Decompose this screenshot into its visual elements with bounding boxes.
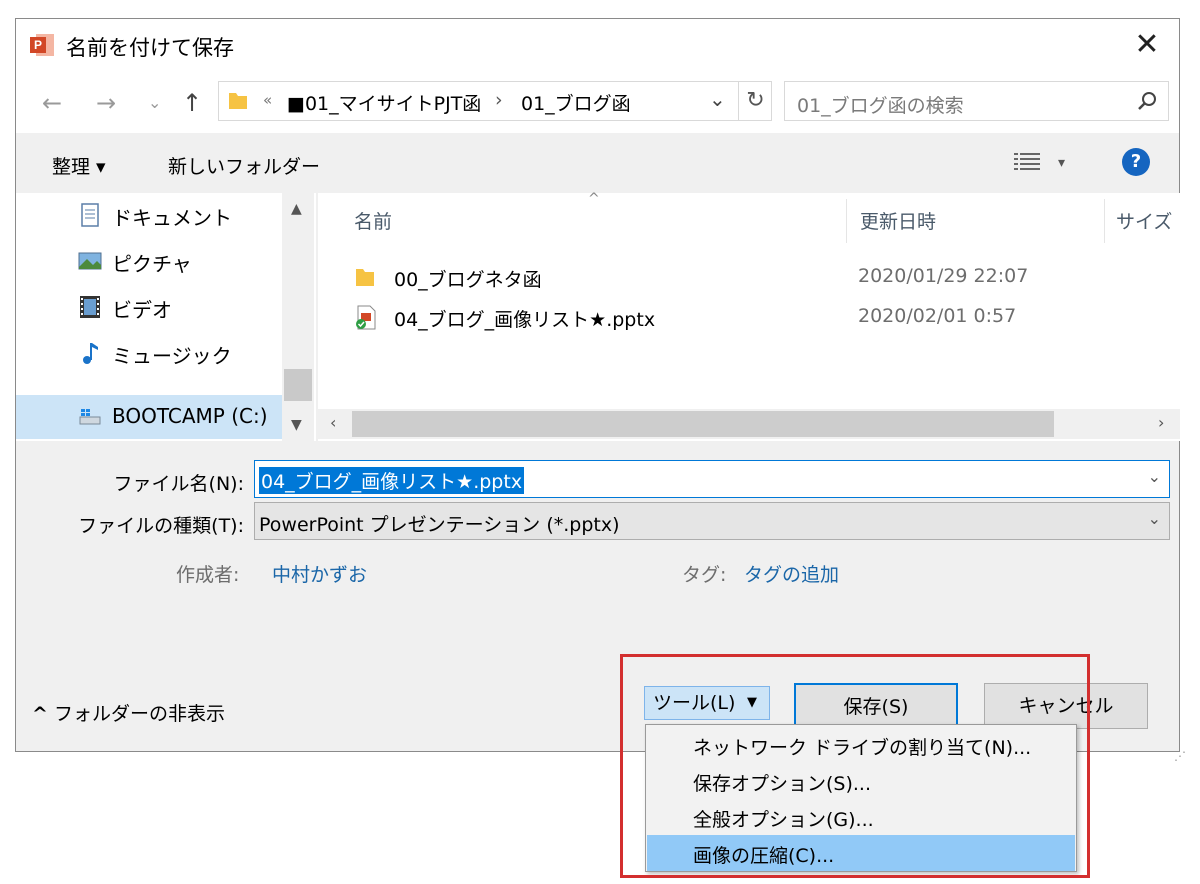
column-divider[interactable]	[846, 199, 847, 243]
file-row[interactable]: 04_ブログ_画像リスト★.pptx 2020/02/01 0:57	[354, 299, 1074, 335]
filename-field[interactable]: 04_ブログ_画像リスト★.pptx ⌄	[254, 460, 1170, 498]
hide-folders-toggle[interactable]: ^ フォルダーの非表示	[32, 699, 225, 726]
navigation-pane: ドキュメント ピクチャ ビデオ ミュージック BOOTCAMP (C:)	[16, 193, 316, 441]
forward-button[interactable]: →	[96, 89, 116, 117]
filetype-label: ファイルの種類(T):	[78, 515, 244, 537]
pptx-file-icon	[356, 305, 376, 330]
filetype-select[interactable]: PowerPoint プレゼンテーション (*.pptx) ⌄	[254, 502, 1170, 540]
search-box[interactable]: 01_ブログ函の検索	[784, 81, 1169, 121]
file-date: 2020/02/01 0:57	[858, 305, 1017, 327]
help-icon[interactable]: ?	[1122, 148, 1150, 176]
picture-icon	[78, 252, 102, 270]
column-header-size[interactable]: サイズ	[1116, 207, 1172, 234]
folder-icon	[229, 93, 247, 109]
new-folder-button[interactable]: 新しいフォルダー	[168, 152, 320, 179]
scroll-left-icon[interactable]: ‹	[330, 413, 336, 432]
dialog-title: 名前を付けて保存	[66, 36, 234, 60]
scrollbar-thumb[interactable]	[284, 369, 312, 401]
organize-button[interactable]: 整理 ▾	[52, 152, 106, 179]
sidebar-item-label: ミュージック	[112, 344, 232, 368]
file-list-horizontal-scrollbar[interactable]: ‹ ›	[318, 409, 1180, 439]
tools-menu: ネットワーク ドライブの割り当て(N)... 保存オプション(S)... 全般オ…	[645, 724, 1077, 872]
cancel-button[interactable]: キャンセル	[984, 683, 1148, 729]
tools-label: ツール(L)	[653, 692, 736, 714]
powerpoint-icon: P	[30, 34, 54, 56]
view-details-icon[interactable]	[1014, 151, 1042, 173]
scroll-down-icon[interactable]: ▼	[291, 417, 302, 433]
sidebar-item-label: ピクチャ	[112, 252, 192, 276]
address-dropdown-icon[interactable]: ⌄	[709, 87, 726, 111]
address-bar[interactable]: « ■01_マイサイトPJT函 › 01_ブログ函 ⌄	[218, 81, 772, 121]
drive-icon	[79, 409, 101, 425]
menu-item-save-options[interactable]: 保存オプション(S)...	[647, 763, 1075, 799]
recent-locations-button[interactable]: ⌄	[148, 93, 161, 112]
filename-value: 04_ブログ_画像リスト★.pptx	[259, 467, 525, 494]
search-icon	[1138, 92, 1156, 110]
column-header-name[interactable]: 名前	[354, 207, 392, 234]
scroll-up-icon[interactable]: ▲	[291, 201, 302, 217]
view-dropdown-icon[interactable]: ▾	[1058, 155, 1065, 171]
save-as-dialog: P 名前を付けて保存 ✕ ← → ⌄ ↑ « ■01_マイサイトPJT函 › 0…	[15, 18, 1186, 763]
back-button[interactable]: ←	[42, 89, 62, 117]
sidebar-item-bootcamp-drive[interactable]: BOOTCAMP (C:)	[16, 395, 282, 439]
menu-item-general-options[interactable]: 全般オプション(G)...	[647, 799, 1075, 835]
filename-label: ファイル名(N):	[113, 473, 244, 495]
sidebar-item-videos[interactable]: ビデオ	[78, 285, 308, 329]
tags-value[interactable]: タグの追加	[744, 560, 839, 587]
scrollbar-thumb[interactable]	[352, 411, 1054, 437]
navigation-scrollbar[interactable]: ▲ ▼	[282, 193, 314, 441]
sidebar-item-music[interactable]: ミュージック	[78, 331, 308, 375]
sidebar-item-label: ビデオ	[112, 298, 172, 322]
scroll-right-icon[interactable]: ›	[1158, 413, 1164, 432]
chevron-down-icon[interactable]: ⌄	[1148, 509, 1161, 528]
menu-item-label: 保存オプション(S)...	[693, 773, 872, 795]
menu-item-map-network-drive[interactable]: ネットワーク ドライブの割り当て(N)...	[647, 727, 1075, 763]
breadcrumb-segment[interactable]: ■01_マイサイトPJT函	[287, 89, 481, 116]
navigation-bar: ← → ⌄ ↑ « ■01_マイサイトPJT函 › 01_ブログ函 ⌄ ↻ 01…	[16, 71, 1179, 133]
command-bar: 整理 ▾ 新しいフォルダー ▾ ?	[16, 133, 1179, 193]
folder-icon	[356, 269, 374, 286]
file-date: 2020/01/29 22:07	[858, 265, 1029, 287]
search-placeholder: 01_ブログ函の検索	[797, 95, 964, 117]
column-divider[interactable]	[1104, 199, 1105, 243]
hide-folders-label: フォルダーの非表示	[53, 703, 225, 725]
file-name: 00_ブログネタ函	[394, 269, 542, 291]
sidebar-item-label: ドキュメント	[112, 206, 232, 230]
music-icon	[83, 343, 98, 364]
column-header-date[interactable]: 更新日時	[860, 207, 936, 234]
save-button[interactable]: 保存(S)	[794, 683, 958, 729]
sidebar-item-label: BOOTCAMP (C:)	[112, 404, 268, 428]
video-icon	[80, 296, 100, 318]
sidebar-item-pictures[interactable]: ピクチャ	[78, 239, 308, 283]
author-label: 作成者:	[176, 564, 240, 586]
file-list: ^ 名前 更新日時 サイズ 00_ブログネタ函 2020/01/29 22:07…	[318, 191, 1180, 441]
path-overflow[interactable]: «	[263, 91, 272, 109]
filetype-value: PowerPoint プレゼンテーション (*.pptx)	[259, 514, 620, 536]
dropdown-caret-icon: ▼	[747, 695, 757, 710]
refresh-button[interactable]: ↻	[738, 81, 772, 121]
menu-item-compress-pictures[interactable]: 画像の圧縮(C)...	[647, 835, 1075, 871]
resize-grip-icon[interactable]: ⋰	[1174, 749, 1186, 763]
chevron-down-icon[interactable]: ⌄	[1148, 467, 1161, 486]
tags-label: タグ:	[682, 564, 727, 586]
title-bar: P 名前を付けて保存 ✕	[16, 19, 1179, 71]
chevron-up-icon: ^	[32, 703, 48, 725]
menu-item-label: 画像の圧縮(C)...	[693, 845, 835, 867]
file-row[interactable]: 00_ブログネタ函 2020/01/29 22:07	[354, 259, 1074, 295]
svg-text:P: P	[34, 38, 42, 52]
close-button[interactable]: ✕	[1129, 27, 1165, 63]
tools-button[interactable]: ツール(L) ▼	[644, 686, 770, 720]
menu-item-label: 全般オプション(G)...	[693, 809, 874, 831]
sort-indicator-icon: ^	[588, 191, 600, 207]
menu-item-label: ネットワーク ドライブの割り当て(N)...	[693, 737, 1032, 759]
breadcrumb-segment[interactable]: 01_ブログ函	[521, 89, 631, 116]
breadcrumb-separator[interactable]: ›	[495, 89, 503, 111]
sidebar-item-documents[interactable]: ドキュメント	[78, 193, 308, 237]
up-button[interactable]: ↑	[182, 89, 202, 117]
document-icon	[81, 203, 99, 227]
author-value[interactable]: 中村かずお	[272, 560, 367, 587]
file-name: 04_ブログ_画像リスト★.pptx	[394, 309, 656, 331]
